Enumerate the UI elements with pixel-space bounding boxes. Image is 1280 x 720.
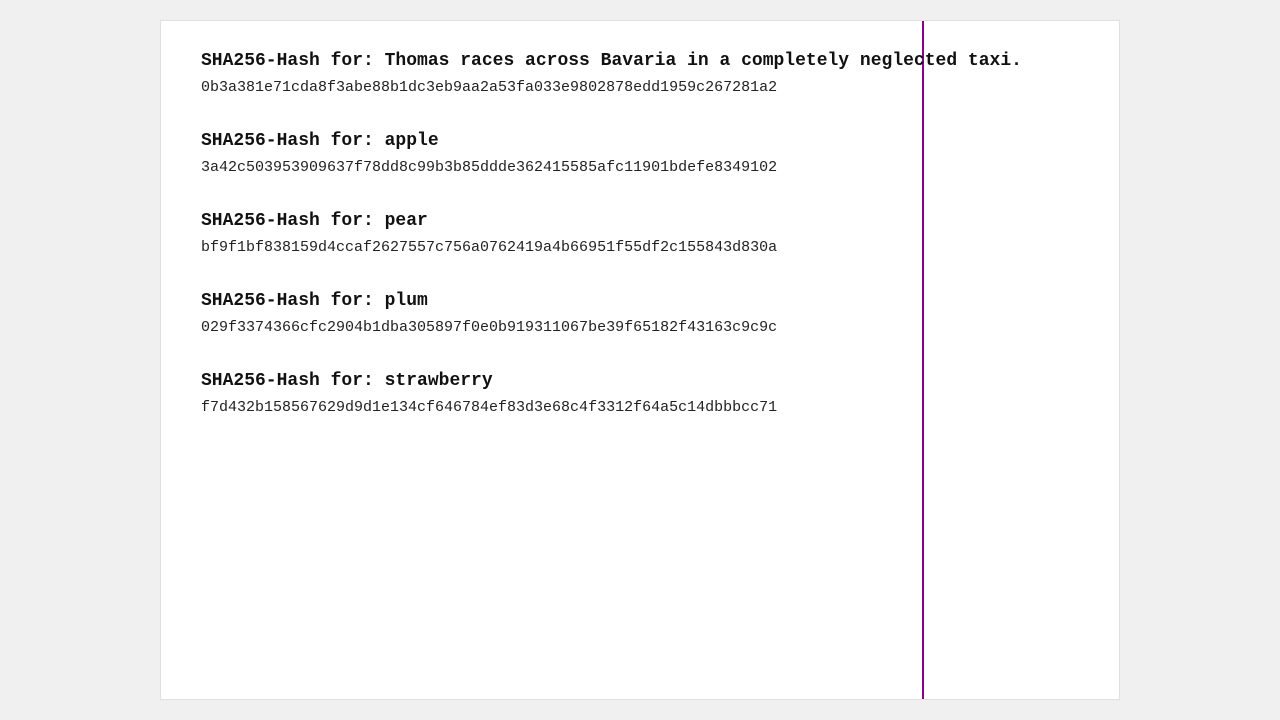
hash-label: SHA256-Hash for: strawberry — [201, 371, 1079, 391]
hash-value: 3a42c503953909637f78dd8c99b3b85ddde36241… — [201, 159, 1079, 176]
hash-block: SHA256-Hash for: plum 029f3374366cfc2904b… — [201, 291, 1079, 336]
hash-label: SHA256-Hash for: plum — [201, 291, 1079, 311]
hash-label: SHA256-Hash for: apple — [201, 131, 1079, 151]
main-container: SHA256-Hash for: Thomas races across Bav… — [160, 20, 1120, 700]
hash-value: bf9f1bf838159d4ccaf2627557c756a0762419a4… — [201, 239, 1079, 256]
hash-label: SHA256-Hash for: Thomas races across Bav… — [201, 51, 1079, 71]
hash-value: 029f3374366cfc2904b1dba305897f0e0b919311… — [201, 319, 1079, 336]
hash-value: f7d432b158567629d9d1e134cf646784ef83d3e6… — [201, 399, 1079, 416]
hash-block: SHA256-Hash for: pear bf9f1bf838159d4ccaf… — [201, 211, 1079, 256]
hash-block: SHA256-Hash for: strawberry f7d432b158567… — [201, 371, 1079, 416]
hash-block: SHA256-Hash for: Thomas races across Bav… — [201, 51, 1079, 96]
hash-block: SHA256-Hash for: apple 3a42c503953909637f… — [201, 131, 1079, 176]
hash-value: 0b3a381e71cda8f3abe88b1dc3eb9aa2a53fa033… — [201, 79, 1079, 96]
hash-label: SHA256-Hash for: pear — [201, 211, 1079, 231]
